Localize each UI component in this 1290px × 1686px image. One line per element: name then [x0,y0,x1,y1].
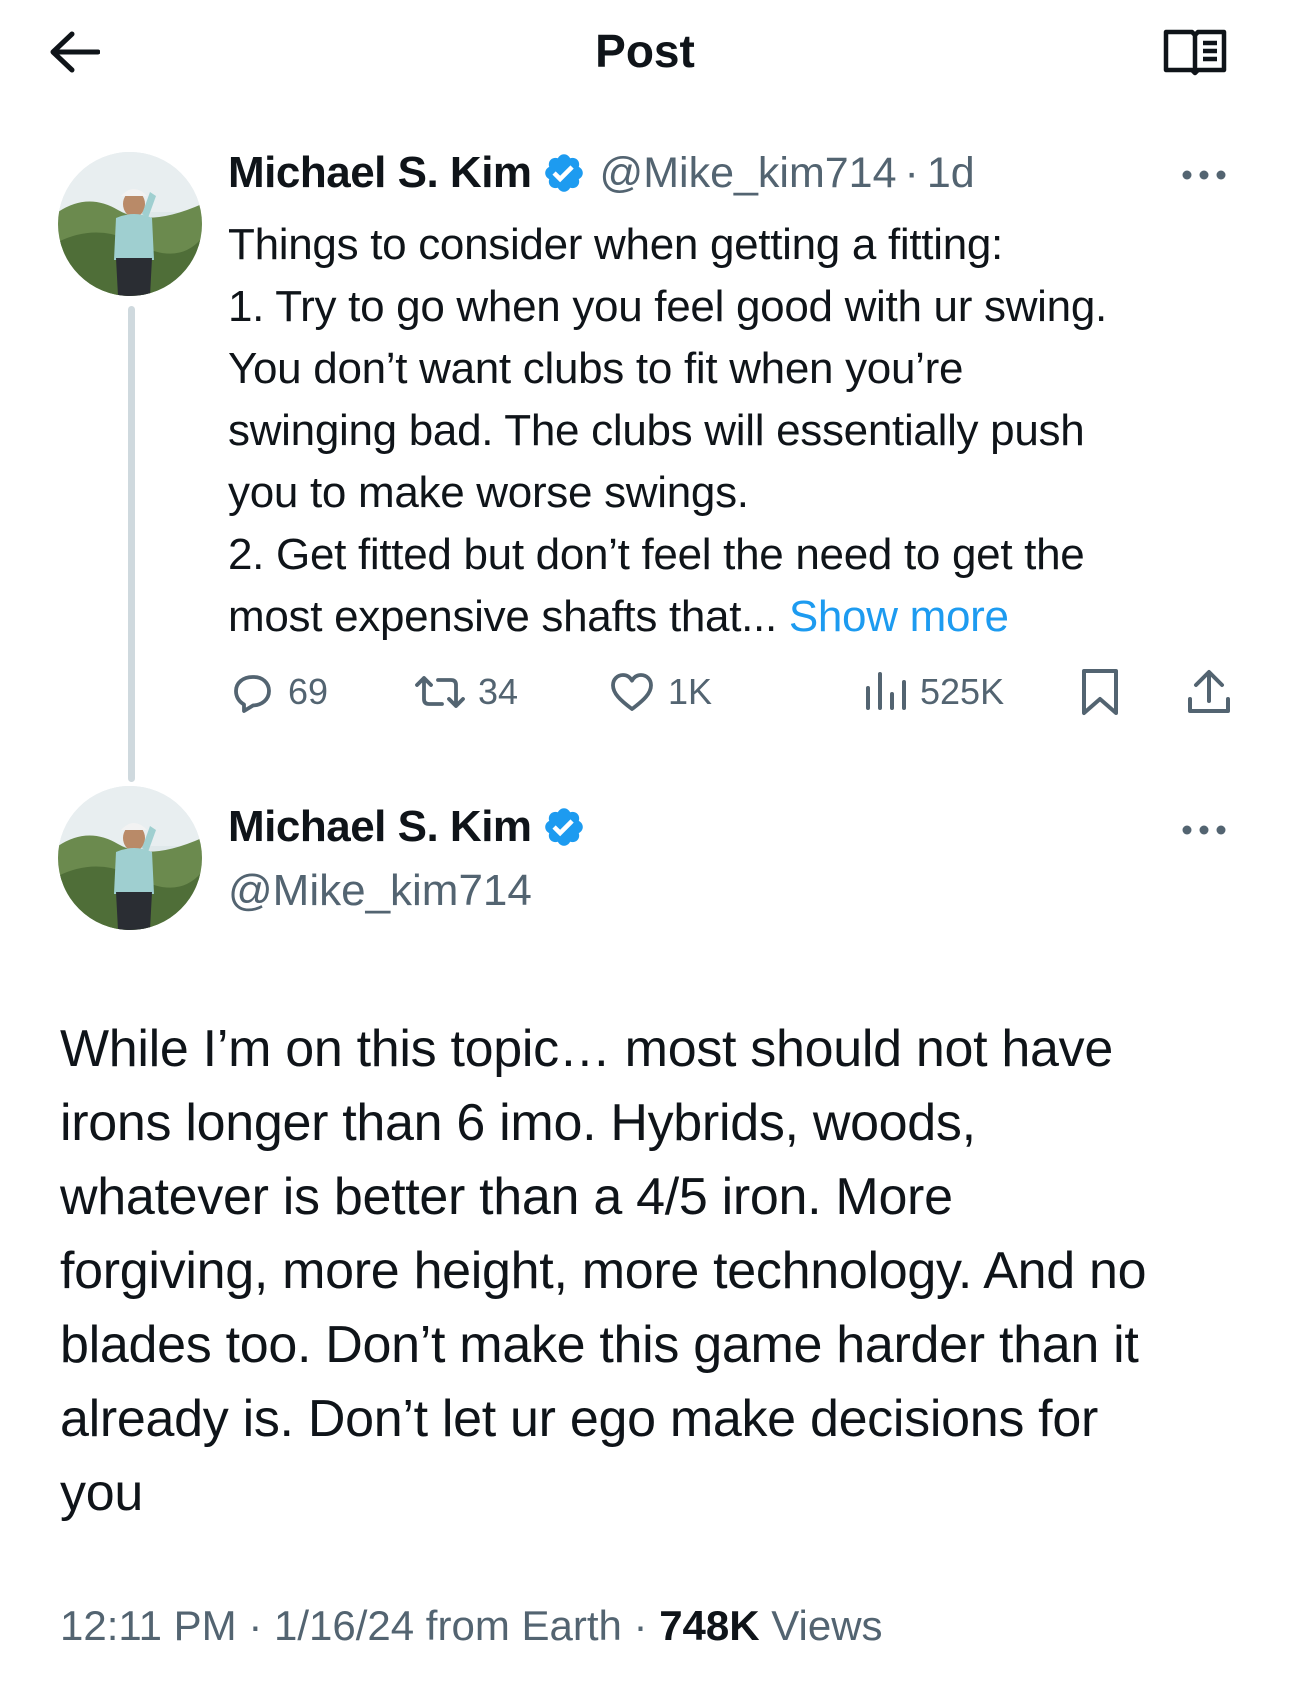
repost-count: 34 [478,671,519,712]
tweet-metadata: 12:11 PM · 1/16/24 from Earth · 748K Vie… [60,1602,883,1650]
like-button[interactable]: 1K [608,664,712,720]
tweet-action-bar: 69 34 1K 525K [228,664,1238,720]
repost-button[interactable]: 34 [414,664,518,720]
views-button[interactable]: 525K [864,664,1004,720]
share-button[interactable] [1186,664,1232,720]
show-more-link[interactable]: Show more [789,592,1009,641]
main-tweet-header: Michael S. Kim [228,802,586,852]
reader-mode-icon [1163,29,1227,76]
more-options-button[interactable] [1176,155,1232,195]
separator-dot: · [904,148,919,197]
tweet-text-line: 2. Get fitted but don’t feel the need to… [228,530,1085,579]
post-date-source: 1/16/24 from Earth [274,1602,622,1649]
avatar[interactable] [58,786,202,930]
tweet-text-line: irons longer than 6 imo. Hybrids, woods, [60,1094,976,1152]
verified-badge-icon [544,154,583,192]
total-views-count[interactable]: 748K [659,1602,759,1649]
tweet-text-truncated: most expensive shafts that... [228,592,777,641]
heart-icon [611,673,653,711]
tweet-text-line: blades too. Don’t make this game harder … [60,1316,1139,1374]
bookmark-button[interactable] [1080,664,1120,720]
timestamp[interactable]: 1d [927,149,975,198]
tweet-text-line: whatever is better than a 4/5 iron. More [60,1168,953,1226]
tweet-text-line: already is. Don’t let ur ego make decisi… [60,1390,1098,1448]
display-name[interactable]: Michael S. Kim [228,148,532,198]
handle[interactable]: @Mike_kim714 [228,866,532,916]
post-time[interactable]: 12:11 PM [60,1602,237,1649]
top-bar: Post [0,0,1290,110]
views-count: 525K [920,671,1005,712]
repost-icon [415,676,465,708]
tweet-text-line-last: most expensive shafts that... Show more [228,586,1238,648]
tweet-text-line: you to make worse swings. [228,468,749,517]
separator-dot: · [633,1602,648,1649]
main-tweet-text: While I’m on this topic… most should not… [60,1012,1240,1530]
tweet-text-line: While I’m on this topic… most should not… [60,1020,1113,1078]
reader-mode-button[interactable] [1160,24,1230,80]
analytics-icon [866,672,906,710]
bookmark-icon [1082,669,1118,715]
more-options-button[interactable] [1176,810,1232,850]
views-label: Views [771,1602,883,1649]
reply-count: 69 [288,671,329,712]
avatar-photo [58,786,202,930]
tweet-text-line: you [60,1464,143,1522]
verified-badge-icon [544,808,583,846]
more-horizontal-icon [1182,170,1226,180]
separator-dot: · [248,1602,263,1649]
avatar[interactable] [58,152,202,296]
more-horizontal-icon [1182,825,1226,835]
display-name[interactable]: Michael S. Kim [228,802,532,852]
tweet-text-line: forgiving, more height, more technology.… [60,1242,1147,1300]
tweet-text-line: Things to consider when getting a fittin… [228,220,1003,269]
parent-tweet-text: Things to consider when getting a fittin… [228,214,1238,648]
like-count: 1K [668,671,713,712]
reply-icon [234,675,271,713]
handle[interactable]: @Mike_kim714 [600,149,897,198]
page-title: Post [595,25,695,77]
tweet-text-line: 1. Try to go when you feel good with ur … [228,282,1107,331]
share-icon [1188,670,1230,713]
parent-tweet-header: Michael S. Kim @Mike_kim714 · 1d [228,148,975,198]
avatar-photo [58,152,202,296]
tweet-text-line: You don’t want clubs to fit when you’re [228,344,964,393]
reply-button[interactable]: 69 [228,664,328,720]
tweet-text-line: swinging bad. The clubs will essentially… [228,406,1085,455]
thread-connector [128,306,135,782]
